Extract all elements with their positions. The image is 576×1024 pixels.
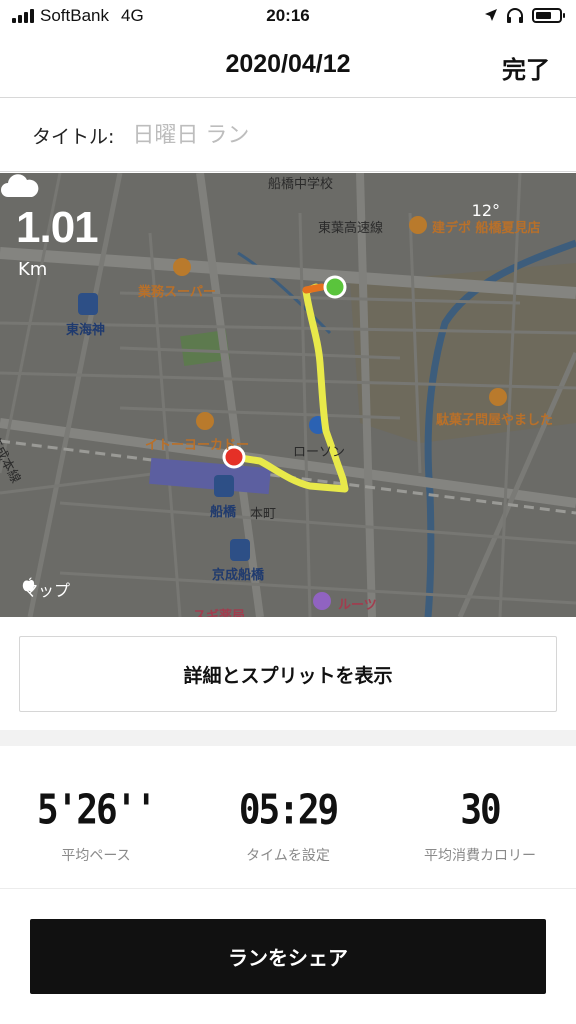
stat-label: 平均ペース (61, 848, 131, 864)
cloud-icon (1, 174, 39, 197)
shopping-poi-icon-2 (196, 412, 214, 430)
station-icon-tokaijin (78, 293, 98, 315)
section-separator (0, 730, 576, 746)
distance-value: 1.01 (16, 203, 99, 252)
stat-label: タイムを設定 (246, 848, 330, 864)
station-icon-funabashi (214, 475, 234, 497)
map-label-supermarket: 業務スーパー (138, 285, 216, 300)
run-stats: 5'26'' 平均ペース 05:29 タイムを設定 30 平均消費カロリー (0, 786, 576, 870)
show-details-splits-button[interactable]: 詳細とスプリットを表示 (19, 636, 557, 712)
map-label-funabashi: 船橋 (210, 505, 237, 520)
title-label: タイトル: (32, 125, 115, 148)
page-title: 2020/04/12 (225, 50, 351, 78)
stat-value: 5'26'' (36, 786, 157, 835)
map-label-highway: 東葉高速線 (318, 221, 384, 236)
station-icon-keisei (230, 539, 250, 561)
navigation-bar: 2020/04/12 完了 (0, 34, 576, 98)
map-label-honcho: 本町 (250, 507, 277, 522)
stat-label: 平均消費カロリー (424, 848, 536, 864)
map-label-school: 船橋中学校 (268, 177, 334, 192)
apple-logo-icon (22, 577, 35, 592)
map-label-candy-store: 駄菓子問屋やました (436, 413, 554, 428)
battery-icon (532, 7, 565, 23)
run-title-input[interactable] (132, 122, 513, 148)
route-map[interactable]: 船橋中学校 東葉高速線 建デポ 船橋夏見店 業務スーパー 東海神 京成本線 イト… (0, 173, 576, 617)
distance-unit: Km (18, 259, 48, 280)
stat-value: 05:29 (238, 786, 339, 835)
status-bar: SoftBank 4G 20:16 (0, 0, 576, 34)
stat-value: 30 (460, 786, 501, 835)
shopping-poi-icon (173, 258, 191, 276)
temperature: 12° (471, 201, 500, 220)
share-run-button[interactable]: ランをシェア (30, 919, 546, 994)
stats-divider (0, 888, 576, 889)
map-label-sugi: スギ薬局 (193, 609, 246, 617)
map-label-lawson: ローソン (293, 445, 346, 460)
apple-maps-attribution: マップ (22, 577, 70, 601)
title-row: タイトル: (0, 99, 576, 172)
map-label-keisei-funabashi: 京成船橋 (212, 568, 265, 583)
map-label-ito-yokado: イトーヨーカドー (145, 438, 250, 453)
map-label-tokaijin: 東海神 (66, 323, 106, 338)
done-button[interactable]: 完了 (502, 50, 550, 85)
candy-store-poi-icon (489, 388, 507, 406)
stat-time[interactable]: 05:29 タイムを設定 (192, 786, 384, 870)
end-marker (323, 275, 347, 299)
stat-calories: 30 平均消費カロリー (384, 786, 576, 870)
music-poi-icon (313, 592, 331, 610)
location-arrow-icon (485, 9, 497, 21)
store-poi-icon (409, 216, 427, 234)
headphones-icon (507, 8, 523, 23)
stat-average-pace: 5'26'' 平均ペース (0, 786, 192, 870)
map-label-roots: ルーツ (338, 598, 377, 613)
